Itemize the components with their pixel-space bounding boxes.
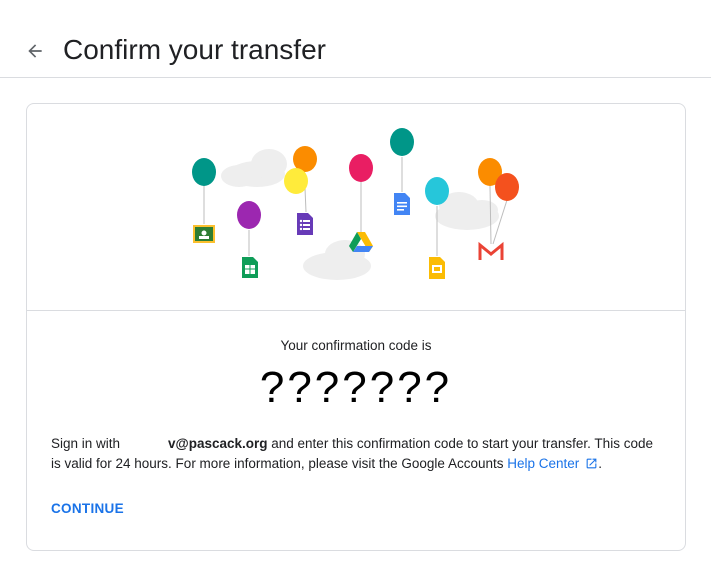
sheets-icon [242, 257, 258, 278]
balloon-purple [237, 201, 261, 229]
page-title: Confirm your transfer [63, 34, 326, 65]
balloon-teal-2 [390, 128, 414, 156]
slides-icon [429, 257, 445, 279]
balloon-red-orange [495, 173, 519, 201]
message-prefix: Sign in with [51, 436, 121, 451]
continue-button[interactable]: CONTINUE [51, 498, 124, 520]
open-in-new-icon[interactable] [585, 457, 598, 470]
help-center-link[interactable]: Help Center [507, 456, 579, 471]
classroom-icon [193, 225, 215, 243]
docs-icon [394, 193, 410, 215]
drive-icon [349, 232, 373, 252]
forms-icon [297, 213, 313, 235]
gmail-icon [478, 241, 504, 260]
confirmation-code: ??????? [259, 363, 453, 412]
balloon-cyan [425, 177, 449, 205]
balloon-teal [192, 158, 216, 186]
back-button[interactable] [20, 36, 50, 66]
instructions-text: Sign in with v@pascack.org and enter this… [51, 434, 663, 474]
cloud-shape [221, 149, 287, 187]
balloon-pink [349, 154, 373, 182]
balloons-illustration [27, 104, 685, 311]
confirmation-code-label: Your confirmation code is [280, 338, 432, 353]
arrow-back-icon [28, 44, 42, 58]
transfer-card: Your confirmation code is ??????? Sign i… [26, 103, 686, 551]
page-header: Confirm your transfer [0, 0, 711, 78]
message-suffix: . [598, 456, 603, 471]
balloon-yellow [284, 168, 308, 194]
account-email: v@pascack.org [168, 436, 268, 451]
